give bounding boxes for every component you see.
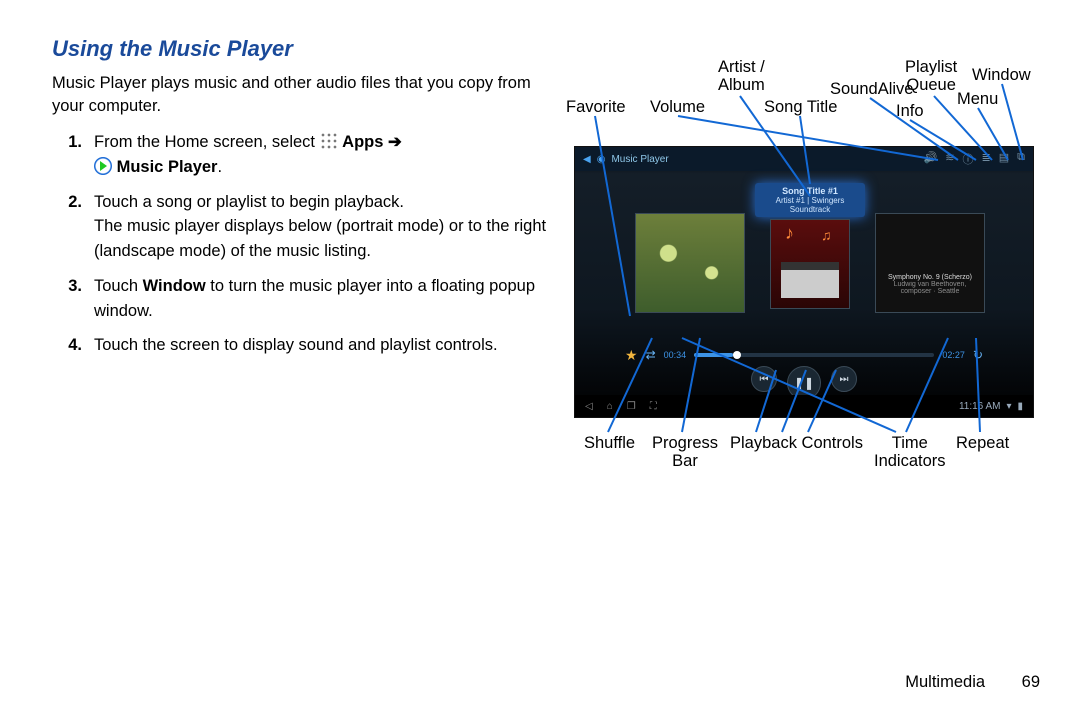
music-player-icon [94, 157, 112, 175]
step-text: From the Home screen, select [94, 133, 320, 151]
step-number: 1. [52, 130, 94, 180]
song-info-pill: Song Title #1 Artist #1 | Swingers Sound… [755, 183, 865, 217]
album-cover-next[interactable]: Symphony No. 9 (Scherzo) Ludwig van Beet… [875, 213, 985, 313]
page-footer: Multimedia 69 [905, 673, 1040, 692]
device-screenshot: ◀ ◉ Music Player 🔊 ≋ ⓘ ≣ ▤ ⧉ Song Title … [574, 146, 1034, 418]
label-window: Window [972, 66, 1031, 84]
label-soundalive: SoundAlive [830, 80, 913, 98]
arrow-icon: ➔ [388, 133, 402, 151]
step-text: Touch a song or playlist to begin playba… [94, 193, 404, 211]
label-menu: Menu [957, 90, 998, 108]
time-total: 02:27 [942, 350, 965, 360]
play-area: Song Title #1 Artist #1 | Swingers Sound… [575, 171, 1033, 381]
apps-icon [320, 132, 338, 150]
next-track-sub: Ludwig van Beethoven, composer · Seattle [882, 281, 978, 295]
battery-icon: ▮ [1017, 401, 1023, 412]
footer-page-number: 69 [1022, 673, 1040, 691]
next-track-title: Symphony No. 9 (Scherzo) [882, 274, 978, 281]
step-text: The music player displays below (portrai… [94, 217, 546, 260]
step-3: 3. Touch Window to turn the music player… [52, 274, 562, 324]
music-player-diagram: Favorite Volume Artist / Album Song Titl… [560, 50, 1060, 480]
screenshot-nav-icon[interactable]: ⛶ [650, 401, 657, 412]
step-4: 4. Touch the screen to display sound and… [52, 333, 562, 358]
back-icon[interactable]: ◀ [583, 154, 591, 165]
window-icon[interactable]: ⧉ [1017, 151, 1025, 167]
label-playlist-queue: Playlist Queue [905, 58, 957, 94]
recent-nav-icon[interactable]: ❐ [627, 401, 636, 412]
album-cover-prev[interactable] [635, 213, 745, 313]
music-note-icon: ♫ [821, 227, 832, 243]
step-number: 3. [52, 274, 94, 324]
app-title: Music Player [611, 154, 668, 165]
device-navbar: ◁ ⌂ ❐ ⛶ 11:16 AM ▾ ▮ [575, 395, 1033, 417]
label-time-indicators: Time Indicators [874, 434, 946, 470]
label-progress-bar: Progress Bar [652, 434, 718, 470]
step-list: 1. From the Home screen, select Apps ➔ M… [52, 130, 562, 358]
prev-button[interactable]: ⏮ [751, 366, 777, 392]
next-button[interactable]: ⏭ [831, 366, 857, 392]
progress-bar[interactable] [694, 353, 934, 357]
window-label: Window [143, 277, 206, 295]
step-text: Touch the screen to display sound and pl… [94, 336, 498, 354]
song-title-text: Song Title #1 [759, 186, 861, 196]
apps-label: Apps [342, 133, 383, 151]
music-player-label: Music Player [117, 158, 218, 176]
label-artist-album: Artist / Album [718, 58, 765, 94]
device-titlebar: ◀ ◉ Music Player 🔊 ≋ ⓘ ≣ ▤ ⧉ [575, 147, 1033, 171]
soundalive-icon[interactable]: ≋ [945, 151, 954, 167]
music-app-icon: ◉ [597, 154, 606, 165]
label-info: Info [896, 102, 924, 120]
repeat-icon[interactable]: ↻ [973, 348, 983, 362]
label-song-title: Song Title [764, 98, 837, 116]
back-nav-icon[interactable]: ◁ [585, 401, 593, 412]
label-shuffle: Shuffle [584, 434, 635, 452]
step-text: . [217, 158, 222, 176]
playlist-queue-icon[interactable]: ≣ [982, 151, 991, 167]
step-text: Touch [94, 277, 143, 295]
album-cover-current[interactable] [770, 219, 850, 309]
song-subtitle-text: Artist #1 | Swingers Soundtrack [776, 196, 845, 214]
favorite-star-icon[interactable]: ★ [625, 347, 638, 364]
step-number: 2. [52, 190, 94, 264]
footer-section: Multimedia [905, 673, 985, 691]
status-clock: 11:16 AM [959, 401, 1001, 412]
step-1: 1. From the Home screen, select Apps ➔ M… [52, 130, 562, 180]
label-repeat: Repeat [956, 434, 1009, 452]
time-current: 00:34 [664, 350, 687, 360]
step-number: 4. [52, 333, 94, 358]
label-playback-controls: Playback Controls [730, 434, 863, 452]
label-favorite: Favorite [566, 98, 626, 116]
shuffle-icon[interactable]: ⇄ [646, 348, 656, 362]
wifi-icon: ▾ [1006, 401, 1011, 412]
home-nav-icon[interactable]: ⌂ [607, 401, 613, 412]
music-note-icon: ♪ [785, 223, 794, 244]
menu-icon[interactable]: ▤ [999, 151, 1009, 167]
volume-icon[interactable]: 🔊 [924, 151, 938, 167]
step-2: 2. Touch a song or playlist to begin pla… [52, 190, 562, 264]
info-icon[interactable]: ⓘ [963, 151, 974, 167]
label-volume: Volume [650, 98, 705, 116]
intro-text: Music Player plays music and other audio… [52, 72, 562, 118]
